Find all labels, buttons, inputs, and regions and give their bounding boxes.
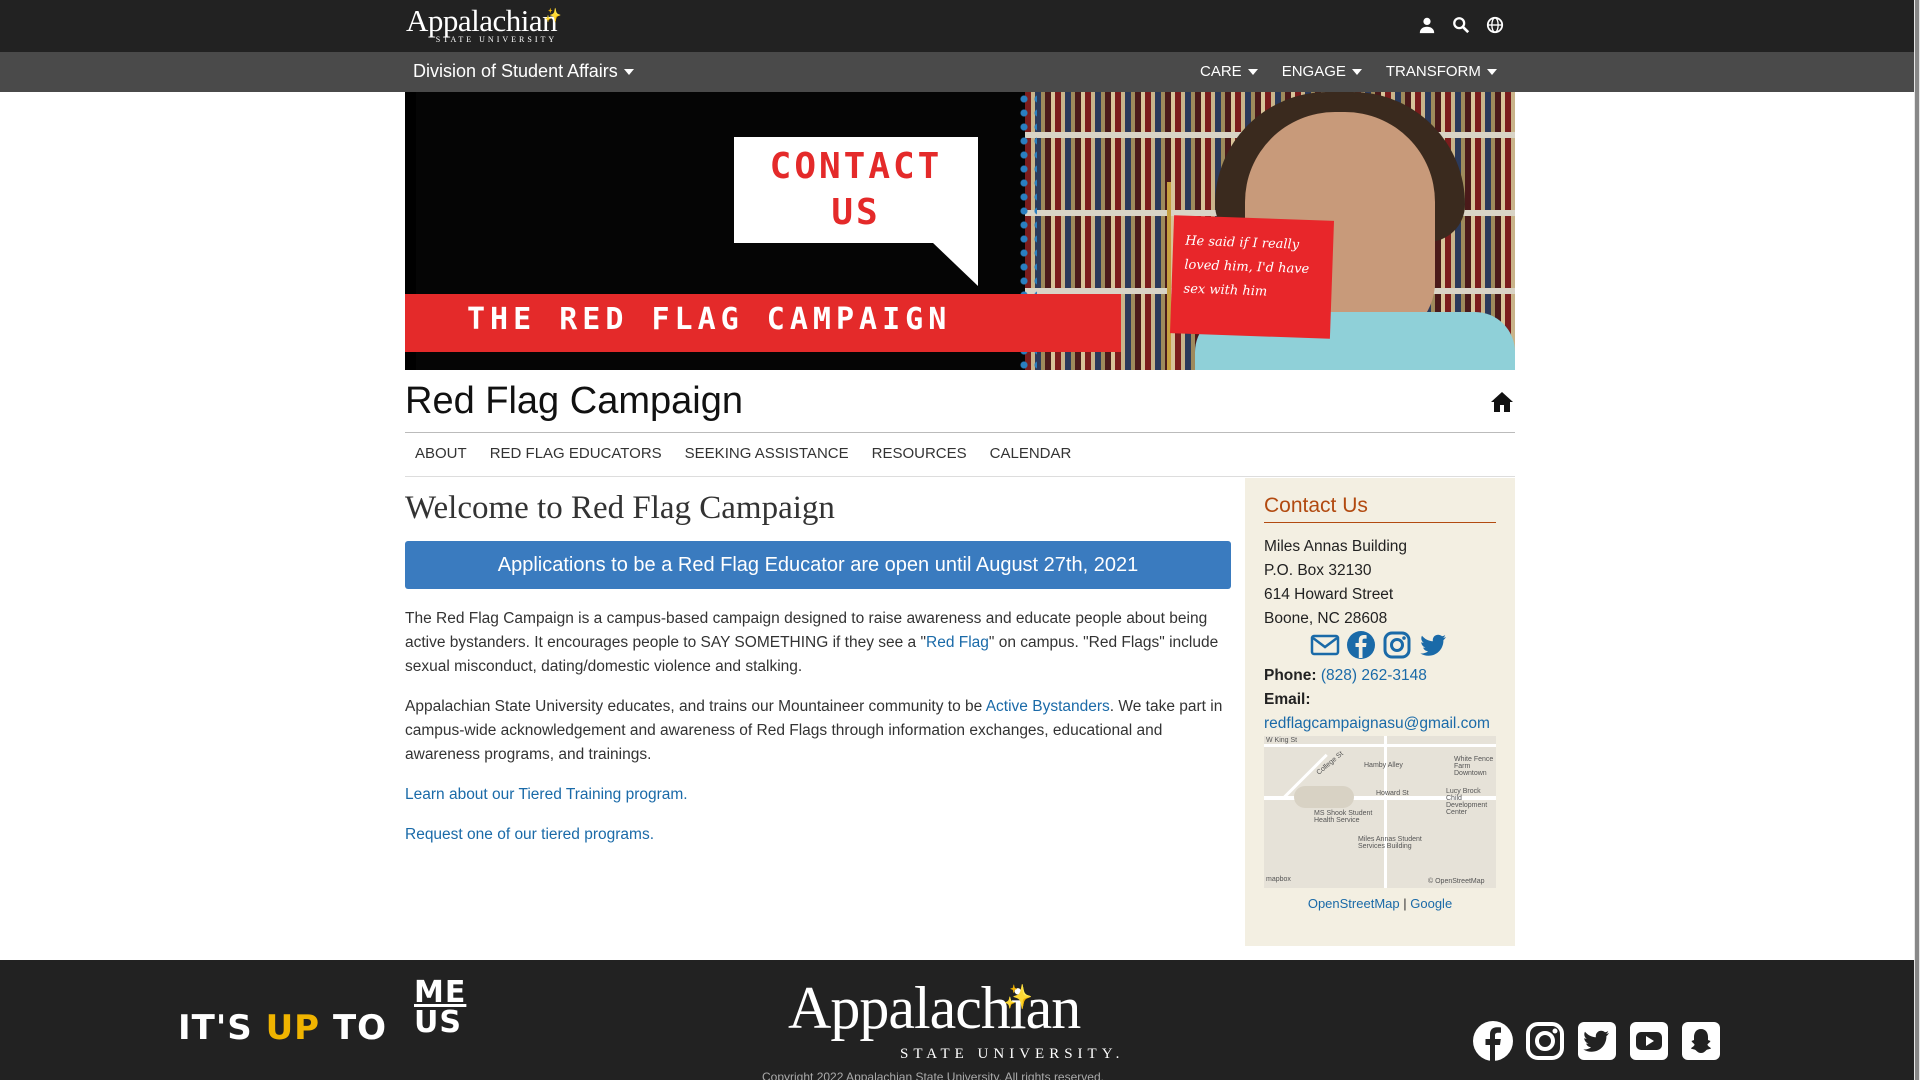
division-menu[interactable]: Division of Student Affairs xyxy=(413,61,634,82)
caret-down-icon xyxy=(1351,69,1362,76)
subnav-red-flag-educators[interactable]: RED FLAG EDUCATORS xyxy=(480,433,675,476)
sidebar-social xyxy=(1310,630,1448,660)
nav-engage-label: ENGAGE xyxy=(1281,63,1346,80)
address-line: 614 Howard Street xyxy=(1264,586,1394,603)
page-heading: Welcome to Red Flag Campaign xyxy=(405,490,835,526)
red-flag: He said if I really loved him, I'd have … xyxy=(1169,215,1335,339)
its-up-to-me-us-logo[interactable]: IT'S UP TO ME US xyxy=(178,978,465,1049)
logo-text: Appalachian xyxy=(406,3,558,38)
red-flag-link[interactable]: Red Flag xyxy=(926,634,989,651)
nav-care[interactable]: CARE xyxy=(1200,63,1258,80)
caret-down-icon xyxy=(623,69,634,76)
footer-social xyxy=(1472,1020,1722,1062)
site-title[interactable]: Red Flag Campaign xyxy=(405,380,743,423)
map-attribution: mapbox xyxy=(1266,876,1291,883)
map-label: Howard St xyxy=(1376,790,1409,797)
nav-transform[interactable]: TRANSFORM xyxy=(1386,63,1497,80)
up-arrow-text: UP xyxy=(265,1008,321,1048)
division-nav: CARE ENGAGE TRANSFORM xyxy=(1200,63,1497,80)
subnav-calendar[interactable]: CALENDAR xyxy=(980,433,1085,476)
map-label: White Fence Farm Downtown xyxy=(1454,756,1494,777)
snapchat-icon[interactable] xyxy=(1680,1020,1722,1062)
footer-logo-subtext: STATE UNIVERSITY. xyxy=(900,1046,1125,1062)
scrollbar-thumb[interactable] xyxy=(1915,0,1919,1080)
caret-down-icon xyxy=(1486,69,1497,76)
location-map[interactable]: W King St College St Hamby Alley Howard … xyxy=(1264,736,1496,888)
map-label: W King St xyxy=(1266,737,1298,744)
nav-engage[interactable]: ENGAGE xyxy=(1282,63,1362,80)
main-content: Welcome to Red Flag Campaign Application… xyxy=(405,490,1231,847)
bubble-line-2: US xyxy=(831,192,881,233)
division-label: Division of Student Affairs xyxy=(413,61,618,81)
address: Miles Annas Building P.O. Box 32130 614 … xyxy=(1264,535,1407,631)
instagram-icon[interactable] xyxy=(1382,630,1412,660)
contact-sidebar: Contact Us Miles Annas Building P.O. Box… xyxy=(1245,478,1515,946)
division-bar: Division of Student Affairs CARE ENGAGE … xyxy=(0,52,1920,92)
facebook-icon[interactable] xyxy=(1346,630,1376,660)
twitter-icon[interactable] xyxy=(1576,1020,1618,1062)
contact-details: Phone: (828) 262-3148 Email: redflagcamp… xyxy=(1264,664,1514,736)
map-label: Hamby Alley xyxy=(1364,762,1403,769)
bubble-line-1: CONTACT xyxy=(769,146,943,187)
google-map-link[interactable]: Google xyxy=(1410,896,1452,911)
instagram-icon[interactable] xyxy=(1524,1020,1566,1062)
sidebar-heading: Contact Us xyxy=(1264,494,1496,523)
hero-banner: He said if I really loved him, I'd have … xyxy=(405,92,1515,370)
nav-transform-label: TRANSFORM xyxy=(1385,63,1481,80)
tiered-training-link[interactable]: Learn about our Tiered Training program. xyxy=(405,786,688,803)
address-line: P.O. Box 32130 xyxy=(1264,562,1372,579)
map-label: Miles Annas Student Services Building xyxy=(1358,836,1422,850)
home-icon[interactable] xyxy=(1490,390,1514,414)
map-label: MS Shook Student Health Service xyxy=(1314,810,1373,824)
globe-icon[interactable] xyxy=(1486,16,1504,34)
footer-appalachian-logo[interactable]: Appalachian ✨ xyxy=(788,975,1081,1041)
email-label: Email: xyxy=(1264,691,1311,708)
facebook-icon[interactable] xyxy=(1472,1020,1514,1062)
map-link-separator: | xyxy=(1403,896,1407,911)
user-icon[interactable] xyxy=(1418,16,1436,34)
map-links: OpenStreetMap | Google xyxy=(1245,896,1515,911)
nav-care-label: CARE xyxy=(1200,63,1242,80)
bystander-paragraph: Appalachian State University educates, a… xyxy=(405,698,1223,763)
contact-us-bubble-text: CONTACT US xyxy=(734,144,978,236)
request-programs-link[interactable]: Request one of our tiered programs. xyxy=(405,826,654,843)
bird-icon: ✨ xyxy=(544,9,562,24)
subnav-about[interactable]: ABOUT xyxy=(405,433,480,476)
map-attribution: © OpenStreetMap xyxy=(1428,878,1485,885)
map-label: Lucy Brock Child Development Center xyxy=(1446,788,1488,816)
section-nav: ABOUT RED FLAG EDUCATORS SEEKING ASSISTA… xyxy=(405,433,1515,477)
phone-label: Phone: xyxy=(1264,667,1317,684)
top-bar: Appalachian STATE UNIVERSITY ✨ xyxy=(0,0,1920,52)
intro-paragraph: The Red Flag Campaign is a campus-based … xyxy=(405,610,1219,675)
subnav-resources[interactable]: RESOURCES xyxy=(862,433,980,476)
footer: IT'S UP TO ME US Appalachian ✨ STATE UNI… xyxy=(0,960,1914,1080)
youtube-icon[interactable] xyxy=(1628,1020,1670,1062)
openstreetmap-link[interactable]: OpenStreetMap xyxy=(1308,896,1400,911)
appalachian-logo[interactable]: Appalachian STATE UNIVERSITY ✨ xyxy=(406,3,562,44)
flag-text: He said if I really loved him, I'd have … xyxy=(1183,233,1310,300)
address-line: Miles Annas Building xyxy=(1264,538,1408,555)
copyright: Copyright 2022 Appalachian State Univers… xyxy=(762,1070,1104,1080)
active-bystanders-link[interactable]: Active Bystanders xyxy=(986,698,1110,715)
bird-icon: ✨ xyxy=(1003,985,1033,1011)
footer-logo-text: Appalachian xyxy=(788,975,1081,1041)
subnav-seeking-assistance[interactable]: SEEKING ASSISTANCE xyxy=(675,433,862,476)
campaign-bar-text: THE RED FLAG CAMPAIGN xyxy=(467,302,952,337)
twitter-icon[interactable] xyxy=(1418,630,1448,660)
caret-down-icon xyxy=(1247,69,1258,76)
search-icon[interactable] xyxy=(1452,16,1470,34)
email-icon[interactable] xyxy=(1310,630,1340,660)
address-line: Boone, NC 28608 xyxy=(1264,610,1388,627)
announcement-banner[interactable]: Applications to be a Red Flag Educator a… xyxy=(405,541,1231,589)
email-link[interactable]: redflagcampaignasu@gmail.com xyxy=(1264,715,1490,732)
phone-link[interactable]: (828) 262-3148 xyxy=(1321,667,1427,684)
